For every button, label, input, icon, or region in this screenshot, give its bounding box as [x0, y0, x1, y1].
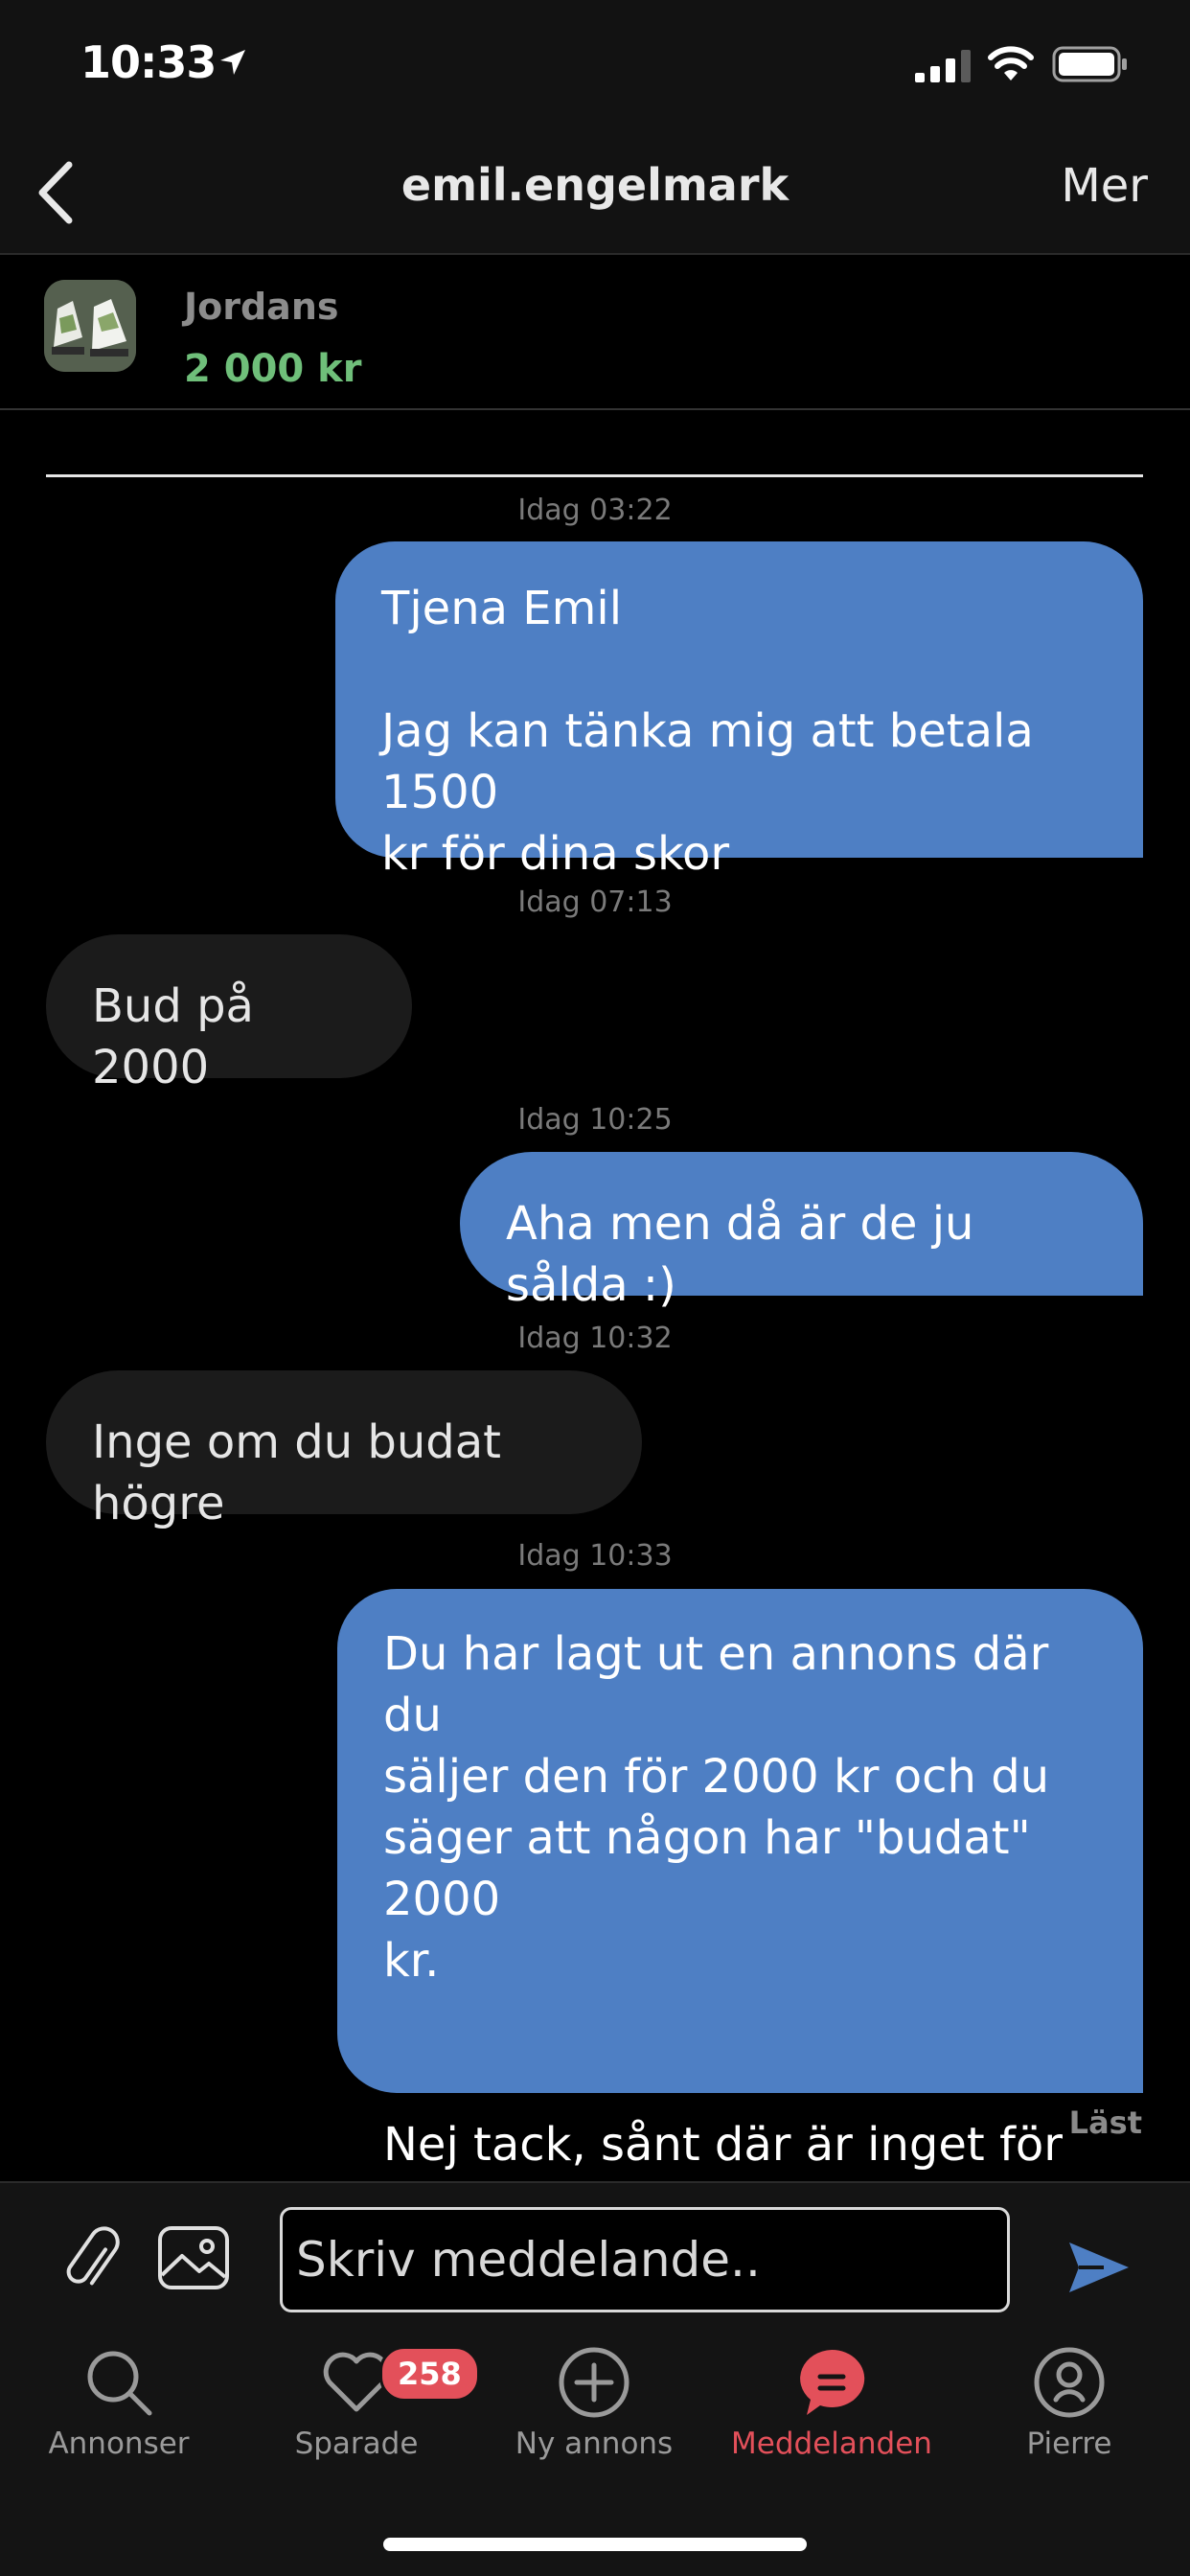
- tab-label: Annonser: [48, 2426, 190, 2461]
- divider: [46, 474, 1143, 477]
- sneaker-image: [44, 280, 136, 372]
- message-input[interactable]: [280, 2207, 1010, 2312]
- incoming-message-bubble: Bud på 2000: [46, 934, 412, 1094]
- more-button[interactable]: Mer: [1061, 159, 1148, 213]
- listing-price: 2 000 kr: [184, 347, 362, 391]
- listing-title: Jordans: [184, 286, 339, 328]
- tab-annonser[interactable]: Annonser: [0, 2344, 238, 2461]
- image-attach-icon[interactable]: [157, 2225, 230, 2290]
- tab-label: Meddelanden: [731, 2426, 932, 2461]
- search-icon: [87, 2351, 152, 2416]
- tab-label: Pierre: [1026, 2426, 1112, 2461]
- profile-icon: [1034, 2347, 1105, 2418]
- plus-circle-icon: [559, 2347, 629, 2418]
- outgoing-message-bubble: Aha men då är de ju sålda :): [460, 1152, 1143, 1312]
- saved-count-badge: 258: [379, 2346, 480, 2402]
- listing-thumbnail: [44, 280, 136, 372]
- read-receipt: Läst: [1068, 2104, 1142, 2141]
- message-timestamp: Idag 03:22: [517, 494, 673, 527]
- tab-label: Ny annons: [515, 2426, 674, 2461]
- home-indicator[interactable]: [383, 2538, 807, 2551]
- tab-meddelanden[interactable]: Meddelanden: [713, 2344, 950, 2461]
- message-timestamp: Idag 07:13: [517, 886, 673, 919]
- paperclip-icon[interactable]: [56, 2225, 128, 2298]
- send-icon[interactable]: [1065, 2239, 1133, 2296]
- incoming-message-bubble: Inge om du budat högre: [46, 1370, 642, 1530]
- tab-ny-annons[interactable]: Ny annons: [475, 2344, 713, 2461]
- message-timestamp: Idag 10:25: [517, 1103, 673, 1137]
- message-icon: [800, 2349, 865, 2415]
- cellular-signal-icon: [915, 50, 971, 82]
- tab-pierre[interactable]: Pierre: [950, 2344, 1188, 2461]
- battery-icon: [1052, 46, 1127, 82]
- conversation-title: emil.engelmark: [400, 159, 790, 211]
- message-timestamp: Idag 10:33: [517, 1539, 673, 1573]
- location-arrow-icon: [220, 50, 245, 75]
- message-timestamp: Idag 10:32: [517, 1322, 673, 1355]
- tab-label: Sparade: [294, 2426, 419, 2461]
- listing-summary[interactable]: [0, 255, 1190, 410]
- outgoing-message-bubble: Tjena Emil Jag kan tänka mig att betala …: [335, 541, 1143, 881]
- outgoing-message-bubble: Du har lagt ut en annons där du säljer d…: [337, 1589, 1143, 2233]
- wifi-icon: [988, 46, 1034, 80]
- status-time: 10:33: [80, 36, 217, 88]
